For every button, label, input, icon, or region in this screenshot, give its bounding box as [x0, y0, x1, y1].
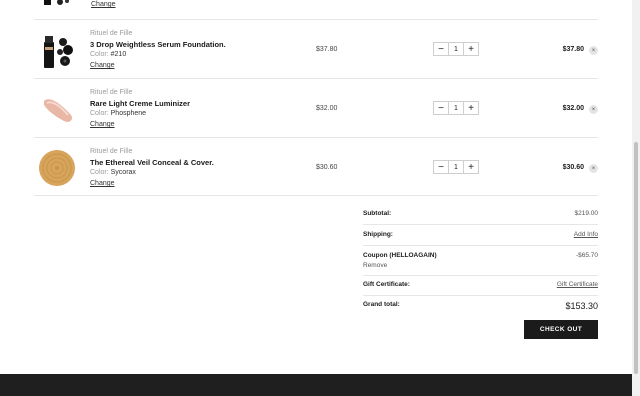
decrease-quantity-button[interactable]: −: [434, 43, 448, 55]
product-name[interactable]: 3 Drop Weightless Serum Foundation.: [90, 40, 226, 49]
coupon-value: -$65.70: [575, 252, 598, 259]
grand-total-value: $153.30: [565, 301, 598, 311]
divider: [363, 224, 598, 225]
divider: [363, 245, 598, 246]
product-variant: Color: #210: [90, 51, 126, 58]
variant-label: Color:: [90, 169, 109, 176]
unit-price: $30.60: [316, 164, 338, 171]
change-link[interactable]: Change: [91, 1, 116, 8]
increase-quantity-button[interactable]: +: [464, 43, 478, 55]
variant-label: Color:: [90, 51, 109, 58]
decrease-quantity-button[interactable]: −: [434, 161, 448, 173]
luminizer-swatch-icon: [44, 99, 73, 122]
remove-item-button[interactable]: ×: [589, 105, 598, 114]
product-thumbnail: [44, 0, 69, 5]
product-brand: Rituel de Fille: [90, 30, 133, 37]
remove-item-button[interactable]: ×: [589, 164, 598, 173]
unit-price: $32.00: [316, 105, 338, 112]
line-total: $32.00: [562, 105, 584, 112]
product-name[interactable]: The Ethereal Veil Conceal & Cover.: [90, 158, 214, 167]
product-variant: Color: Sycorax: [90, 169, 136, 176]
cart-item: Rituel de Fille 3 Drop Weightless Serum …: [34, 20, 598, 78]
scrollbar-thumb[interactable]: [634, 142, 638, 374]
unit-price: $37.80: [316, 46, 338, 53]
gift-certificate-link[interactable]: Gift Certificate: [557, 281, 598, 288]
grand-total-label: Grand total:: [363, 301, 400, 308]
decrease-quantity-button[interactable]: −: [434, 102, 448, 114]
coupon-label: Coupon (HELLOAGAIN): [363, 252, 437, 259]
increase-quantity-button[interactable]: +: [464, 102, 478, 114]
foundation-bottle-icon: [44, 36, 73, 68]
product-variant: Color: Phosphene: [90, 110, 146, 117]
subtotal-value: $219.00: [574, 210, 599, 217]
quantity-stepper: − 1 +: [433, 42, 479, 56]
variant-value: Sycorax: [110, 169, 136, 176]
quantity-stepper: − 1 +: [433, 160, 479, 174]
page-scrollbar[interactable]: [632, 0, 640, 396]
variant-label: Color:: [90, 110, 109, 117]
cart-page: Change Rituel de Fille 3 Drop Weightless…: [0, 0, 632, 396]
gift-certificate-label: Gift Certificate:: [363, 281, 410, 288]
product-brand: Rituel de Fille: [90, 148, 133, 155]
checkout-button[interactable]: CHECK OUT: [524, 320, 598, 339]
subtotal-label: Subtotal:: [363, 210, 392, 217]
change-link[interactable]: Change: [90, 62, 115, 69]
divider: [34, 195, 598, 196]
concealer-texture-icon: [39, 150, 75, 186]
add-shipping-info-link[interactable]: Add Info: [574, 231, 598, 238]
line-total: $37.80: [562, 46, 584, 53]
variant-value: #210: [110, 51, 127, 58]
variant-value: Phosphene: [110, 110, 147, 117]
shipping-label: Shipping:: [363, 231, 393, 238]
divider: [363, 275, 598, 276]
quantity-value[interactable]: 1: [448, 102, 464, 114]
change-link[interactable]: Change: [90, 180, 115, 187]
cart-item: Rituel de Fille The Ethereal Veil Concea…: [34, 138, 598, 196]
remove-item-button[interactable]: ×: [589, 46, 598, 55]
quantity-value[interactable]: 1: [448, 43, 464, 55]
divider: [363, 295, 598, 296]
quantity-stepper: − 1 +: [433, 101, 479, 115]
remove-coupon-link[interactable]: Remove: [363, 262, 387, 269]
increase-quantity-button[interactable]: +: [464, 161, 478, 173]
change-link[interactable]: Change: [90, 121, 115, 128]
site-footer: [0, 374, 632, 396]
cart-item: Rituel de Fille Rare Light Creme Luminiz…: [34, 79, 598, 137]
product-name[interactable]: Rare Light Creme Luminizer: [90, 99, 190, 108]
quantity-value[interactable]: 1: [448, 161, 464, 173]
line-total: $30.60: [562, 164, 584, 171]
product-brand: Rituel de Fille: [90, 89, 133, 96]
